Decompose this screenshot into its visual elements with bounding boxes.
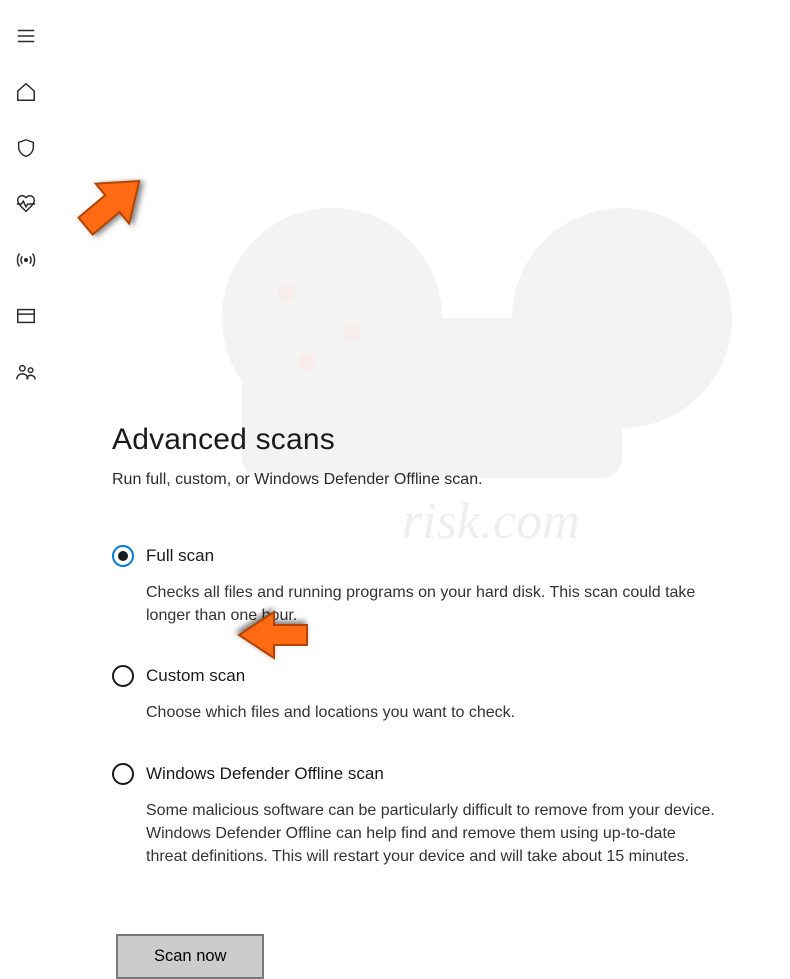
radio-icon: [112, 665, 134, 687]
antenna-icon[interactable]: [14, 248, 38, 272]
option-label: Custom scan: [146, 666, 245, 686]
watermark: risk.com: [202, 178, 790, 558]
firewall-icon[interactable]: [14, 304, 38, 328]
heart-icon[interactable]: [14, 192, 38, 216]
annotation-arrow-icon: [62, 154, 166, 257]
sidebar: [0, 0, 52, 726]
family-icon[interactable]: [14, 360, 38, 384]
option-offline-scan: Windows Defender Offline scan Some malic…: [112, 763, 750, 869]
svg-text:risk.com: risk.com: [402, 493, 580, 550]
radio-custom-scan[interactable]: Custom scan: [112, 665, 750, 687]
home-icon[interactable]: [14, 80, 38, 104]
page-subtitle: Run full, custom, or Windows Defender Of…: [112, 471, 750, 489]
radio-icon: [112, 763, 134, 785]
option-full-scan: Full scan Checks all files and running p…: [112, 545, 750, 627]
main-panel: risk.com Advanced scans Run full, custom…: [52, 0, 790, 726]
shield-icon[interactable]: [14, 136, 38, 160]
option-label: Windows Defender Offline scan: [146, 764, 384, 784]
option-custom-scan: Custom scan Choose which files and locat…: [112, 665, 750, 724]
page-title: Advanced scans: [112, 423, 750, 457]
option-description: Some malicious software can be particula…: [146, 799, 716, 869]
radio-icon: [112, 545, 134, 567]
scan-now-button[interactable]: Scan now: [116, 934, 264, 979]
radio-offline-scan[interactable]: Windows Defender Offline scan: [112, 763, 750, 785]
menu-icon[interactable]: [14, 24, 38, 48]
option-description: Choose which files and locations you wan…: [146, 701, 716, 724]
option-label: Full scan: [146, 546, 214, 566]
radio-full-scan[interactable]: Full scan: [112, 545, 750, 567]
option-description: Checks all files and running programs on…: [146, 581, 716, 627]
